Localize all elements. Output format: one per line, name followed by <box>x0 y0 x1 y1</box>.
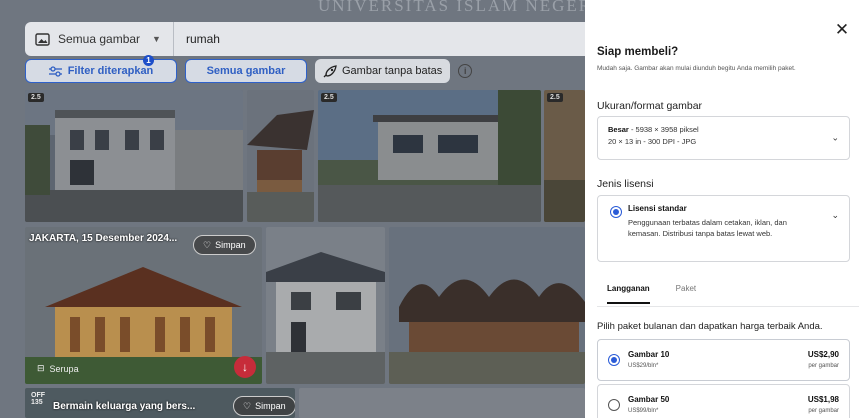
save-button-label: Simpan <box>255 401 286 411</box>
license-radio[interactable] <box>610 206 622 218</box>
tab-pack[interactable]: Paket <box>676 284 696 304</box>
search-type-label: Semua gambar <box>58 32 141 46</box>
image-tile-modern-house-2[interactable] <box>266 227 385 384</box>
tab-divider <box>597 306 859 307</box>
info-icon[interactable]: i <box>458 64 473 78</box>
tile-tag: 2.5 <box>547 93 563 102</box>
tab-subscription[interactable]: Langganan <box>607 284 650 304</box>
plan-monthly-price: US$99/bln* <box>628 408 659 414</box>
panel-title: Siap membeli? <box>597 46 679 58</box>
plan-price: US$1,98 <box>807 395 839 404</box>
plan-monthly-price: US$29/bln* <box>628 363 659 369</box>
save-button[interactable]: ♡ Simpan <box>233 396 295 416</box>
plan-price: US$2,90 <box>807 350 839 359</box>
image-caption: JAKARTA, 15 Desember 2024... <box>29 233 178 244</box>
format-detail: 20 × 13 in - 300 DPI - JPG <box>608 137 697 146</box>
image-tile-modern-houses[interactable]: 2.5 <box>25 90 243 222</box>
image-tile-rumah-gadang[interactable] <box>389 227 585 384</box>
photo-rumah-gadang <box>389 227 585 384</box>
heart-icon: ♡ <box>203 239 212 250</box>
format-size: Besar - 5938 × 3958 piksel <box>608 125 699 134</box>
license-description: Penggunaan terbatas dalam cetakan, iklan… <box>628 218 787 238</box>
photo-modern-houses <box>25 90 243 222</box>
filter-count-badge: 1 <box>143 55 154 66</box>
photo-traditional-house <box>247 90 314 222</box>
plan-unit: per gambar <box>808 363 839 369</box>
chevron-down-icon: ⌄ <box>831 132 839 143</box>
tile-tag: 2.5 <box>321 93 337 102</box>
save-button-label: Simpan <box>215 240 246 250</box>
search-bar[interactable]: Semua gambar ▼ rumah <box>25 22 625 56</box>
rocket-icon <box>323 64 337 77</box>
similar-label: Serupa <box>49 363 79 374</box>
panel-subtitle: Mudah saja. Gambar akan mulai diunduh be… <box>597 65 796 72</box>
license-label: Jenis lisensi <box>597 178 654 190</box>
photo-villa <box>318 90 541 222</box>
license-select[interactable]: Lisensi standar Penggunaan terbatas dala… <box>597 195 850 262</box>
off-badge: OFF 135 <box>31 392 45 406</box>
download-icon: ↓ <box>242 360 248 374</box>
save-button[interactable]: ♡ Simpan <box>193 235 256 255</box>
close-icon[interactable]: ✕ <box>834 21 850 38</box>
purchase-panel: ✕ Siap membeli? Mudah saja. Gambar akan … <box>585 0 859 418</box>
photo-partial-right <box>544 90 585 222</box>
plan-option[interactable]: Gambar 10 US$29/bln* US$2,90 per gambar <box>597 339 850 381</box>
format-label: Ukuran/format gambar <box>597 100 703 112</box>
filter-button[interactable]: Filter diterapkan 1 <box>25 55 177 83</box>
download-button[interactable]: ↓ <box>234 356 256 378</box>
similar-icon: ⊟ <box>37 363 45 373</box>
license-title: Lisensi standar <box>628 204 687 213</box>
photo-bottom-2 <box>299 388 585 418</box>
plan-unit: per gambar <box>808 408 839 414</box>
plan-name: Gambar 50 <box>628 395 670 404</box>
plan-radio[interactable] <box>608 354 620 366</box>
plan-name: Gambar 10 <box>628 350 670 359</box>
plan-option[interactable]: Gambar 50 US$99/bln* US$1,98 per gambar <box>597 384 850 418</box>
image-caption: Bermain keluarga yang bers... <box>53 401 196 412</box>
unlimited-images-label: Gambar tanpa batas <box>342 65 443 77</box>
pricing-tabs: Langganan Paket <box>607 284 696 304</box>
plan-radio[interactable] <box>608 399 620 411</box>
filter-button-label: Filter diterapkan <box>67 65 154 77</box>
image-tile-bottom-2[interactable] <box>299 388 585 418</box>
image-tile-traditional-house[interactable] <box>247 90 314 222</box>
sliders-icon <box>48 65 62 77</box>
plan-hint: Pilih paket bulanan dan dapatkan harga t… <box>597 321 823 332</box>
search-type-dropdown[interactable]: Semua gambar ▼ <box>25 22 174 56</box>
image-tile-partial-right[interactable]: 2.5 <box>544 90 585 222</box>
tile-tag: 2.5 <box>28 93 44 102</box>
image-tile-family[interactable]: OFF 135 Bermain keluarga yang bers... ♡ S… <box>25 388 295 418</box>
search-input[interactable]: rumah <box>174 32 220 46</box>
similar-button[interactable]: ⊟ Serupa <box>37 363 79 374</box>
image-icon <box>35 32 50 46</box>
filter-row: Filter diterapkan 1 Semua gambar Gambar … <box>25 55 473 84</box>
heart-icon: ♡ <box>243 400 252 411</box>
photo-modern-house-2 <box>266 227 385 384</box>
chevron-down-icon: ⌄ <box>831 210 839 220</box>
watermark-text: UNIVERSITAS ISLAM NEGERI <box>318 0 600 15</box>
image-tile-jakarta[interactable]: JAKARTA, 15 Desember 2024... ♡ Simpan ⊟ … <box>25 227 262 384</box>
unlimited-images-button[interactable]: Gambar tanpa batas <box>315 59 451 83</box>
all-images-button[interactable]: Semua gambar <box>185 59 307 83</box>
image-tile-villa[interactable]: 2.5 <box>318 90 541 222</box>
chevron-down-icon: ▼ <box>152 34 161 44</box>
format-select[interactable]: Besar - 5938 × 3958 piksel 20 × 13 in - … <box>597 116 850 160</box>
